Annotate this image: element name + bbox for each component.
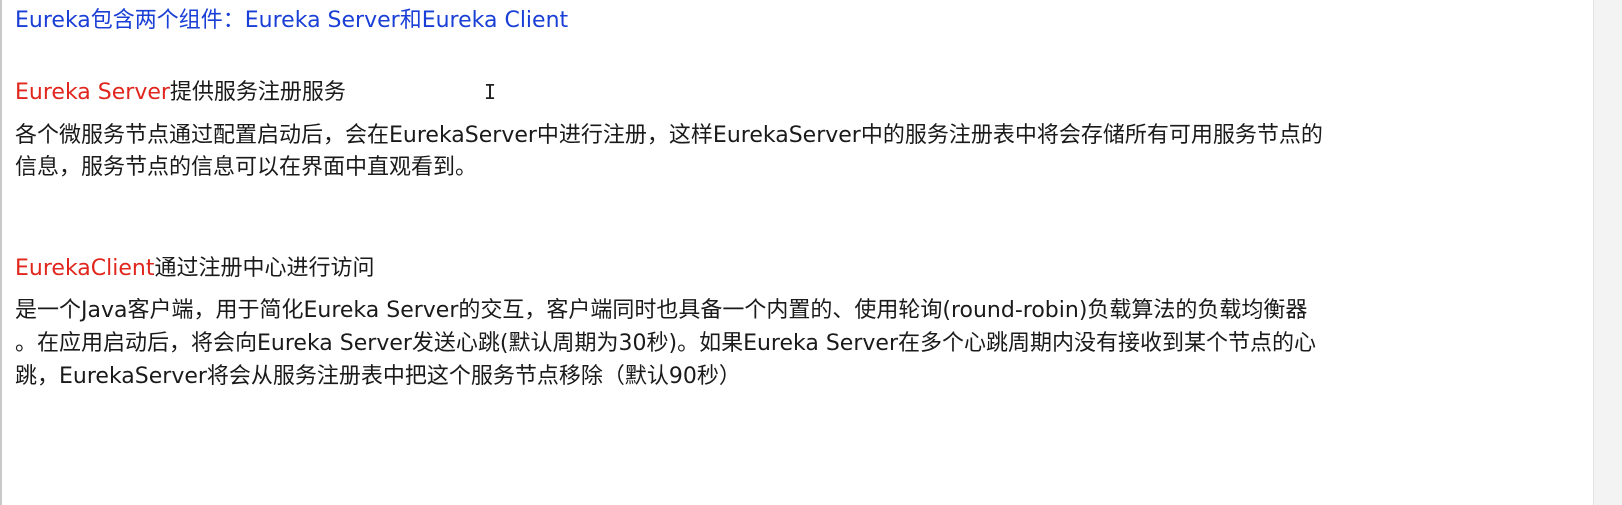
client-heading-text: 通过注册中心进行访问	[154, 256, 375, 281]
server-heading-text: 提供服务注册服务	[169, 80, 346, 105]
vertical-scrollbar[interactable]	[1593, 0, 1622, 505]
server-body-line-1: 各个微服务节点通过配置启动后，会在EurekaServer中进行注册，这样Eur…	[15, 123, 1323, 148]
client-heading: EurekaClient通过注册中心进行访问	[15, 252, 374, 286]
client-heading-highlight: EurekaClient	[15, 256, 155, 281]
client-body-line-3: 跳，EurekaServer将会从服务注册表中把这个服务节点移除（默认90秒）	[15, 364, 741, 389]
document-title: Eureka包含两个组件：Eureka Server和Eureka Client	[15, 8, 569, 33]
server-heading-highlight: Eureka Server	[15, 80, 170, 105]
left-border	[0, 0, 2, 505]
text-cursor-icon: I	[484, 80, 497, 104]
client-body-line-1: 是一个Java客户端，用于简化Eureka Server的交互，客户端同时也具备…	[15, 298, 1308, 323]
server-body-line-2: 信息，服务节点的信息可以在界面中直观看到。	[15, 155, 478, 180]
document-page: Eureka包含两个组件：Eureka Server和Eureka Client…	[0, 0, 1622, 505]
client-body-line-2: 。在应用启动后，将会向Eureka Server发送心跳(默认周期为30秒)。如…	[15, 331, 1316, 356]
server-heading: Eureka Server提供服务注册服务	[15, 76, 346, 110]
